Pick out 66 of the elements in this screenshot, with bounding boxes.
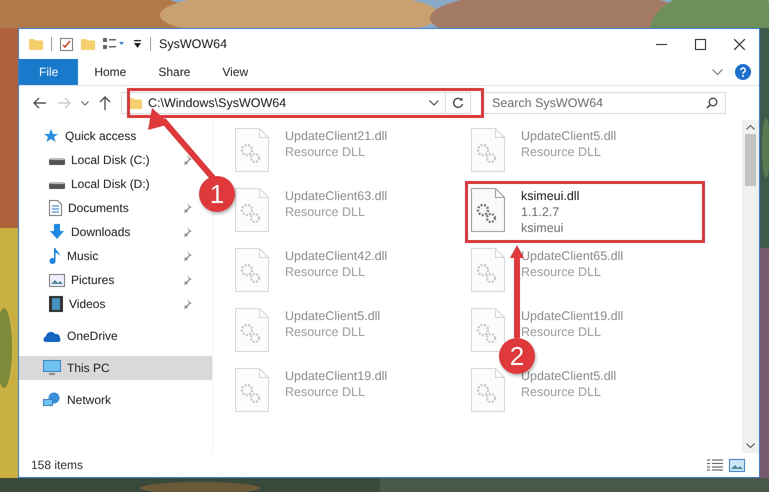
item-count: 158 items [31, 458, 84, 472]
monitor-icon [43, 360, 61, 376]
nav-item[interactable]: Downloads [49, 220, 134, 244]
ribbon-tab[interactable]: File [19, 59, 78, 85]
nav-item[interactable]: OneDrive [19, 324, 212, 348]
nav-item[interactable]: Documents [49, 196, 133, 220]
file-detail: Resource DLL [285, 384, 366, 400]
file-detail: Resource DLL [285, 264, 366, 280]
recent-caret-icon[interactable] [81, 100, 89, 106]
music-note-icon [49, 248, 61, 264]
film-icon [49, 296, 63, 312]
scrollbar[interactable] [742, 120, 759, 453]
scroll-up-icon[interactable] [746, 124, 755, 130]
file-detail: Resource DLL [285, 144, 366, 160]
back-icon[interactable] [33, 97, 47, 109]
refresh-icon[interactable] [452, 97, 464, 109]
pin-icon[interactable] [182, 203, 192, 213]
nav-item[interactable]: Music [49, 244, 102, 268]
window-title: SysWOW64 [159, 37, 228, 51]
address-field[interactable]: C:\Windows\SysWOW64 [121, 92, 471, 114]
file-detail: 1.1.2.7 [521, 204, 560, 220]
pin-icon[interactable] [182, 299, 192, 309]
nav-item[interactable]: Local Disk (D:) [49, 172, 154, 196]
file-detail: ksimeui [521, 220, 564, 236]
details-view-icon[interactable] [707, 459, 723, 471]
ribbon-tab[interactable]: Home [78, 59, 142, 85]
nav-item[interactable]: This PC [19, 356, 212, 380]
thumbnail-view-icon[interactable] [729, 458, 745, 472]
properties-icon[interactable] [60, 37, 73, 51]
nav-item[interactable]: Pictures [49, 268, 118, 292]
ribbon-tab[interactable]: Share [142, 59, 206, 85]
document-icon [49, 200, 62, 216]
network-icon [43, 392, 61, 408]
search-field[interactable]: Search SysWOW64 [483, 92, 726, 114]
view-options-icon[interactable] [103, 38, 125, 50]
nav-item[interactable]: Network [19, 388, 212, 412]
dropdown-caret-icon[interactable] [429, 100, 439, 106]
pin-icon[interactable] [182, 155, 192, 165]
star-icon [43, 128, 59, 144]
nav-item[interactable]: Local Disk (C:) [49, 148, 154, 172]
cloud-icon [43, 330, 61, 342]
file-detail: Resource DLL [521, 144, 602, 160]
expand-ribbon-icon[interactable] [712, 68, 723, 76]
maximize-icon[interactable] [695, 38, 706, 50]
picture-icon [49, 274, 65, 286]
nav-item[interactable]: Videos [49, 292, 110, 316]
close-icon[interactable] [734, 38, 745, 50]
file-detail: Resource DLL [285, 324, 366, 340]
ribbon-tab[interactable]: View [206, 59, 264, 85]
search-icon[interactable] [706, 97, 718, 109]
help-icon[interactable] [735, 64, 751, 80]
gear-file-icon[interactable] [471, 188, 505, 232]
scroll-thumb[interactable] [745, 134, 756, 186]
nav-item[interactable]: Quick access [19, 124, 212, 148]
file-detail: Resource DLL [521, 324, 602, 340]
pin-icon[interactable] [182, 227, 192, 237]
file-detail: Resource DLL [285, 204, 366, 220]
pin-icon[interactable] [182, 275, 192, 285]
file-detail: Resource DLL [521, 264, 602, 280]
customize-arrow-icon[interactable] [133, 40, 142, 48]
download-arrow-icon [49, 224, 65, 240]
pin-icon[interactable] [182, 251, 192, 261]
up-icon[interactable] [99, 96, 111, 110]
file-name[interactable]: ksimeui.dll [521, 188, 580, 204]
scroll-down-icon[interactable] [746, 443, 755, 449]
file-detail: Resource DLL [521, 384, 602, 400]
